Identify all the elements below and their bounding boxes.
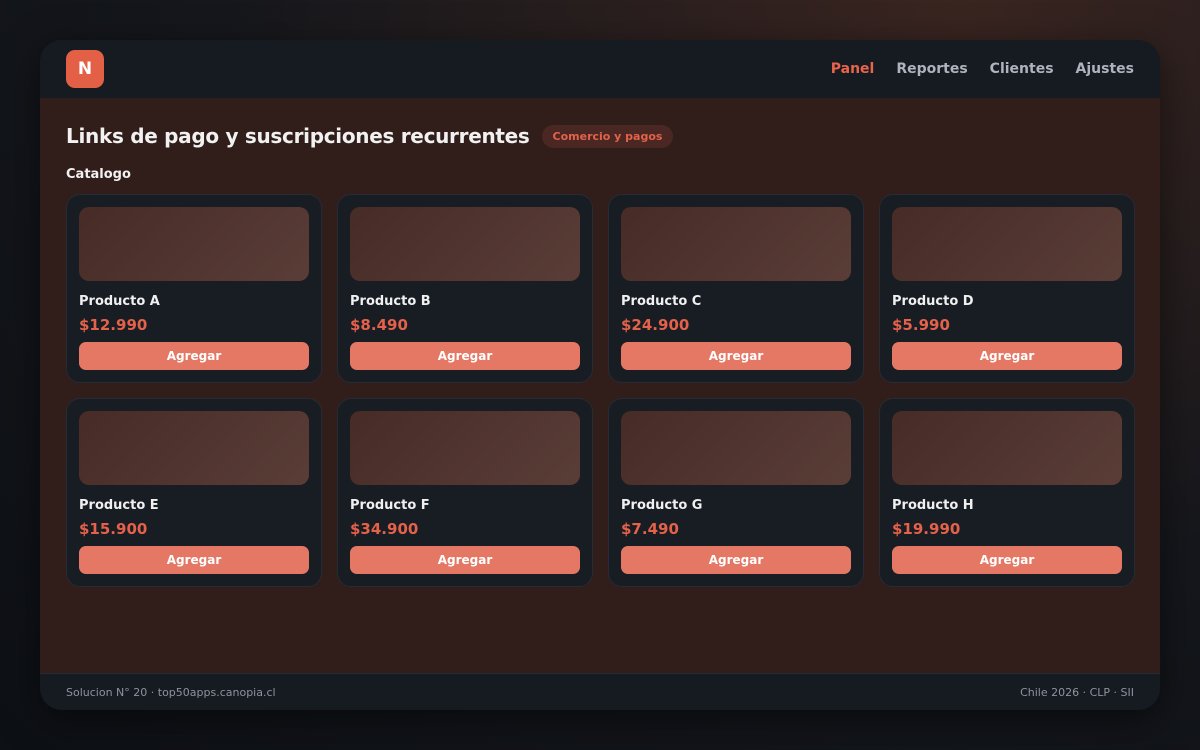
footer-solution-text: Solucion N° 20 · top50apps.canopia.cl <box>66 685 276 699</box>
product-grid: Producto A $12.990 Agregar Producto B $8… <box>66 194 1135 587</box>
product-price: $34.900 <box>350 520 419 538</box>
add-button[interactable]: Agregar <box>892 342 1122 370</box>
product-image <box>892 207 1122 281</box>
product-price: $12.990 <box>79 316 148 334</box>
product-image <box>350 207 580 281</box>
section-label: Catalogo <box>66 167 131 182</box>
product-name: Producto H <box>892 498 974 513</box>
app-window: N Panel Reportes Clientes Ajustes Links … <box>40 40 1160 710</box>
product-name: Producto A <box>79 294 160 309</box>
category-badge: Comercio y pagos <box>541 124 674 148</box>
product-card: Producto F $34.900 Agregar <box>337 398 593 587</box>
product-image <box>79 207 309 281</box>
top-bar: N Panel Reportes Clientes Ajustes <box>40 40 1160 98</box>
add-button[interactable]: Agregar <box>79 546 309 574</box>
product-name: Producto F <box>350 498 430 513</box>
product-image <box>79 411 309 485</box>
product-name: Producto G <box>621 498 703 513</box>
product-card: Producto H $19.990 Agregar <box>879 398 1135 587</box>
add-button[interactable]: Agregar <box>892 546 1122 574</box>
product-image <box>350 411 580 485</box>
product-card: Producto C $24.900 Agregar <box>608 194 864 383</box>
product-card: Producto A $12.990 Agregar <box>66 194 322 383</box>
nav-item-reportes[interactable]: Reportes <box>896 61 967 77</box>
add-button[interactable]: Agregar <box>621 342 851 370</box>
product-price: $5.990 <box>892 316 950 334</box>
add-button[interactable]: Agregar <box>621 546 851 574</box>
product-price: $19.990 <box>892 520 961 538</box>
product-image <box>892 411 1122 485</box>
product-card: Producto D $5.990 Agregar <box>879 194 1135 383</box>
footer: Solucion N° 20 · top50apps.canopia.cl Ch… <box>40 673 1160 710</box>
nav-item-clientes[interactable]: Clientes <box>990 61 1054 77</box>
product-name: Producto D <box>892 294 974 309</box>
add-button[interactable]: Agregar <box>350 546 580 574</box>
product-price: $15.900 <box>79 520 148 538</box>
product-card: Producto G $7.490 Agregar <box>608 398 864 587</box>
main-content: Links de pago y suscripciones recurrente… <box>40 98 1160 587</box>
logo[interactable]: N <box>66 50 104 88</box>
product-name: Producto C <box>621 294 702 309</box>
nav-item-panel[interactable]: Panel <box>831 61 875 77</box>
product-name: Producto B <box>350 294 431 309</box>
product-price: $7.490 <box>621 520 679 538</box>
nav-item-ajustes[interactable]: Ajustes <box>1076 61 1134 77</box>
add-button[interactable]: Agregar <box>350 342 580 370</box>
product-price: $24.900 <box>621 316 690 334</box>
product-image <box>621 207 851 281</box>
product-price: $8.490 <box>350 316 408 334</box>
main-nav: Panel Reportes Clientes Ajustes <box>831 61 1134 77</box>
footer-locale-text: Chile 2026 · CLP · SII <box>1020 685 1134 699</box>
add-button[interactable]: Agregar <box>79 342 309 370</box>
product-image <box>621 411 851 485</box>
product-card: Producto E $15.900 Agregar <box>66 398 322 587</box>
title-row: Links de pago y suscripciones recurrente… <box>66 124 1134 148</box>
product-name: Producto E <box>79 498 159 513</box>
product-card: Producto B $8.490 Agregar <box>337 194 593 383</box>
page-title: Links de pago y suscripciones recurrente… <box>66 124 530 148</box>
